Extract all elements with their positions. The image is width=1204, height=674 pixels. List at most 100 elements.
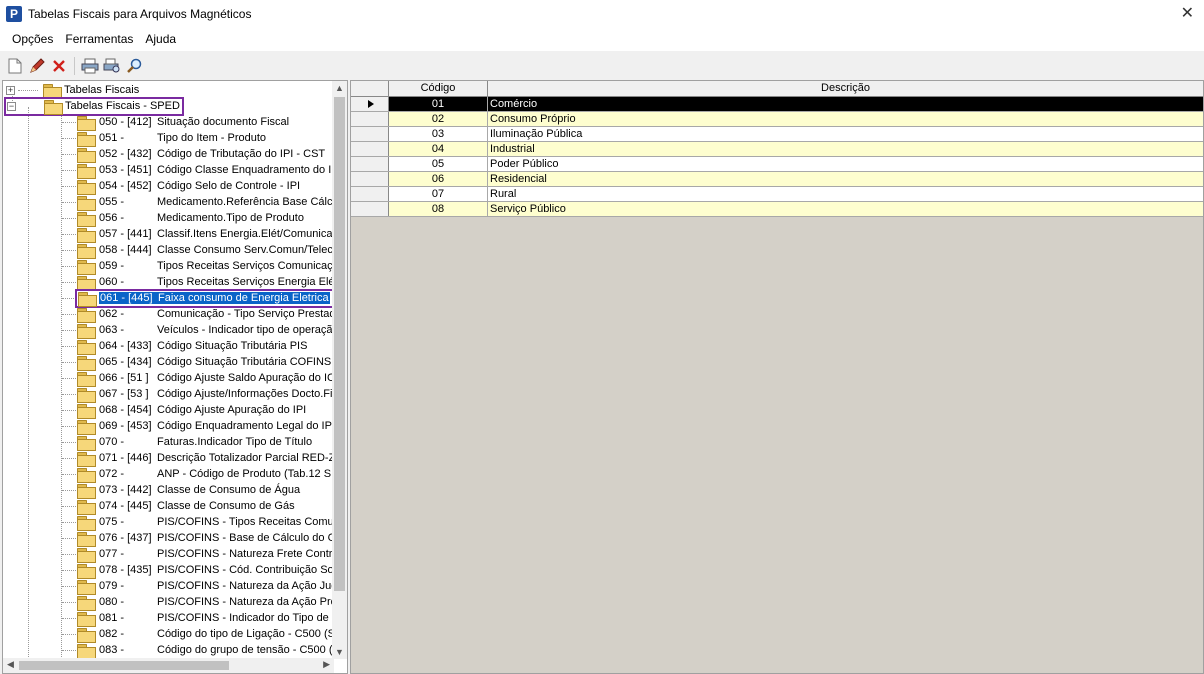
- data-grid[interactable]: Código Descrição 01 Comércio 02 Consumo Pró…: [350, 80, 1204, 674]
- tree-item[interactable]: 055 - Medicamento.Referência Base Cálcu: [77, 194, 340, 211]
- row-indicator[interactable]: [351, 112, 389, 126]
- table-row[interactable]: 06 Residencial: [351, 172, 1203, 187]
- cell-descricao[interactable]: Consumo Próprio: [488, 112, 1203, 126]
- table-row[interactable]: 04 Industrial: [351, 142, 1203, 157]
- row-indicator[interactable]: [351, 157, 389, 171]
- tree-connector: [62, 410, 76, 411]
- cell-codigo[interactable]: 08: [389, 202, 488, 216]
- tree-item[interactable]: 075 - PIS/COFINS - Tipos Receitas Comun: [77, 514, 341, 531]
- tree-item[interactable]: 051 - Tipo do Item - Produto: [77, 130, 267, 147]
- new-document-icon[interactable]: [6, 57, 24, 75]
- tree-item[interactable]: 063 - Veículos - Indicador tipo de operaç…: [77, 322, 340, 339]
- tree-item[interactable]: 074 - [445] Classe de Consumo de Gás: [77, 498, 296, 515]
- tree-item[interactable]: 062 - Comunicação - Tipo Serviço Prestad: [77, 306, 337, 323]
- tree-item-content: 050 - [412] Situação documento Fiscal: [77, 115, 290, 131]
- row-indicator[interactable]: [351, 97, 389, 111]
- cell-codigo[interactable]: 03: [389, 127, 488, 141]
- expand-plus-icon[interactable]: +: [6, 85, 15, 95]
- cell-codigo[interactable]: 02: [389, 112, 488, 126]
- tree-root-tabelas-fiscais[interactable]: + Tabelas Fiscais: [6, 82, 139, 99]
- menu-opcoes[interactable]: Opções: [6, 32, 59, 46]
- table-row[interactable]: 03 Iluminação Pública: [351, 127, 1203, 142]
- tree-item[interactable]: 069 - [453] Código Enquadramento Legal do…: [77, 418, 336, 435]
- tree-item-content: 059 - Tipos Receitas Serviços Comunicaçã: [77, 259, 340, 275]
- tree-item[interactable]: 073 - [442] Classe de Consumo de Água: [77, 482, 301, 499]
- edit-pencil-icon[interactable]: [28, 57, 46, 75]
- tree-item[interactable]: 077 - PIS/COFINS - Natureza Frete Contra: [77, 546, 340, 563]
- row-indicator[interactable]: [351, 142, 389, 156]
- tree-item[interactable]: 067 - [53 ] Código Ajuste/Informações Doc…: [77, 386, 339, 403]
- tree-item[interactable]: 060 - Tipos Receitas Serviços Energia Elé…: [77, 274, 339, 291]
- tree-item[interactable]: 056 - Medicamento.Tipo de Produto: [77, 210, 305, 227]
- tree-item[interactable]: 058 - [444] Classe Consumo Serv.Comun/Tel…: [77, 242, 340, 259]
- close-icon[interactable]: ✕: [1181, 3, 1194, 23]
- scroll-left-icon[interactable]: ◀: [7, 659, 14, 670]
- table-row[interactable]: 08 Serviço Público: [351, 202, 1203, 217]
- tree-item[interactable]: 080 - PIS/COFINS - Natureza da Ação Pro: [77, 594, 338, 611]
- cell-codigo[interactable]: 06: [389, 172, 488, 186]
- column-header-codigo[interactable]: Código: [389, 81, 488, 96]
- row-indicator[interactable]: [351, 172, 389, 186]
- tree-item[interactable]: 057 - [441] Classif.Itens Energia.Elét/Co…: [77, 226, 339, 243]
- cell-descricao[interactable]: Poder Público: [488, 157, 1203, 171]
- cell-codigo[interactable]: 01: [389, 97, 488, 111]
- cell-codigo[interactable]: 05: [389, 157, 488, 171]
- cell-descricao[interactable]: Rural: [488, 187, 1203, 201]
- tree-item[interactable]: 072 - ANP - Código de Produto (Tab.12 SI: [77, 466, 335, 483]
- tree-item[interactable]: 066 - [51 ] Código Ajuste Saldo Apuração …: [77, 370, 345, 387]
- scroll-right-icon[interactable]: ▶: [323, 659, 330, 670]
- tree-item[interactable]: 061 - [445] Faixa consumo de Energia Elet…: [75, 288, 334, 308]
- tree-item-text: 052 - [432] Código de Tributação do IPI -…: [98, 148, 326, 160]
- cell-codigo[interactable]: 07: [389, 187, 488, 201]
- tree-item-text: 077 - PIS/COFINS - Natureza Frete Contra: [98, 548, 340, 560]
- tree-item[interactable]: 082 - Código do tipo de Ligação - C500 (S…: [77, 626, 343, 643]
- tree-item[interactable]: 054 - [452] Código Selo de Controle - IPI: [77, 178, 301, 195]
- print-icon[interactable]: [81, 57, 99, 75]
- tree-item[interactable]: 064 - [433] Código Situação Tributária PI…: [77, 338, 308, 355]
- tree-item-label: Código Situação Tributária COFINS: [157, 356, 332, 368]
- scroll-up-icon[interactable]: ▲: [335, 83, 344, 93]
- tree-item[interactable]: 059 - Tipos Receitas Serviços Comunicaçã: [77, 258, 340, 275]
- tree-item[interactable]: 070 - Faturas.Indicador Tipo de Título: [77, 434, 313, 451]
- table-row[interactable]: 05 Poder Público: [351, 157, 1203, 172]
- row-indicator[interactable]: [351, 202, 389, 216]
- tree-vertical-scrollbar[interactable]: ▲ ▼: [332, 81, 347, 659]
- scroll-thumb[interactable]: [334, 97, 345, 591]
- scroll-thumb[interactable]: [19, 661, 229, 670]
- tree-item[interactable]: 079 - PIS/COFINS - Natureza da Ação Jud: [77, 578, 338, 595]
- tree-item[interactable]: 081 - PIS/COFINS - Indicador do Tipo de C: [77, 610, 341, 627]
- search-icon[interactable]: [125, 57, 143, 75]
- menu-ferramentas[interactable]: Ferramentas: [59, 32, 139, 46]
- tree-item[interactable]: 076 - [437] PIS/COFINS - Base de Cálculo …: [77, 530, 346, 547]
- tree-root-tabelas-fiscais-sped[interactable]: − Tabelas Fiscais - SPED: [4, 96, 184, 116]
- tree-horizontal-scrollbar[interactable]: ◀ ▶: [3, 658, 334, 673]
- tree-item[interactable]: 052 - [432] Código de Tributação do IPI -…: [77, 146, 326, 163]
- print-preview-icon[interactable]: [103, 57, 121, 75]
- tree-item[interactable]: 065 - [434] Código Situação Tributária CO…: [77, 354, 332, 371]
- tree-item[interactable]: 083 - Código do grupo de tensão - C500 (S: [77, 642, 341, 659]
- tree-panel[interactable]: + Tabelas Fiscais − Tabelas Fiscais - SP…: [2, 80, 348, 674]
- table-row[interactable]: 01 Comércio: [351, 97, 1203, 112]
- cell-descricao[interactable]: Iluminação Pública: [488, 127, 1203, 141]
- tree-item-text: 061 - [445] Faixa consumo de Energia Elet…: [99, 292, 330, 304]
- tree-item[interactable]: 053 - [451] Código Classe Enquadramento d…: [77, 162, 340, 179]
- table-row[interactable]: 02 Consumo Próprio: [351, 112, 1203, 127]
- collapse-minus-icon[interactable]: −: [7, 101, 16, 111]
- tree-item[interactable]: 068 - [454] Código Ajuste Apuração do IPI: [77, 402, 307, 419]
- delete-x-icon[interactable]: [50, 57, 68, 75]
- tree-item[interactable]: 050 - [412] Situação documento Fiscal: [77, 114, 290, 131]
- tree-item-content: 077 - PIS/COFINS - Natureza Frete Contra: [77, 547, 340, 563]
- cell-descricao[interactable]: Residencial: [488, 172, 1203, 186]
- cell-codigo[interactable]: 04: [389, 142, 488, 156]
- scroll-down-icon[interactable]: ▼: [335, 647, 344, 657]
- row-indicator[interactable]: [351, 187, 389, 201]
- cell-descricao[interactable]: Industrial: [488, 142, 1203, 156]
- menu-ajuda[interactable]: Ajuda: [139, 32, 182, 46]
- tree-item[interactable]: 071 - [446] Descrição Totalizador Parcial…: [77, 450, 336, 467]
- tree-item[interactable]: 078 - [435] PIS/COFINS - Cód. Contribuiçã…: [77, 562, 340, 579]
- table-row[interactable]: 07 Rural: [351, 187, 1203, 202]
- cell-descricao[interactable]: Comércio: [488, 97, 1203, 111]
- cell-descricao[interactable]: Serviço Público: [488, 202, 1203, 216]
- column-header-descricao[interactable]: Descrição: [488, 81, 1203, 96]
- row-indicator[interactable]: [351, 127, 389, 141]
